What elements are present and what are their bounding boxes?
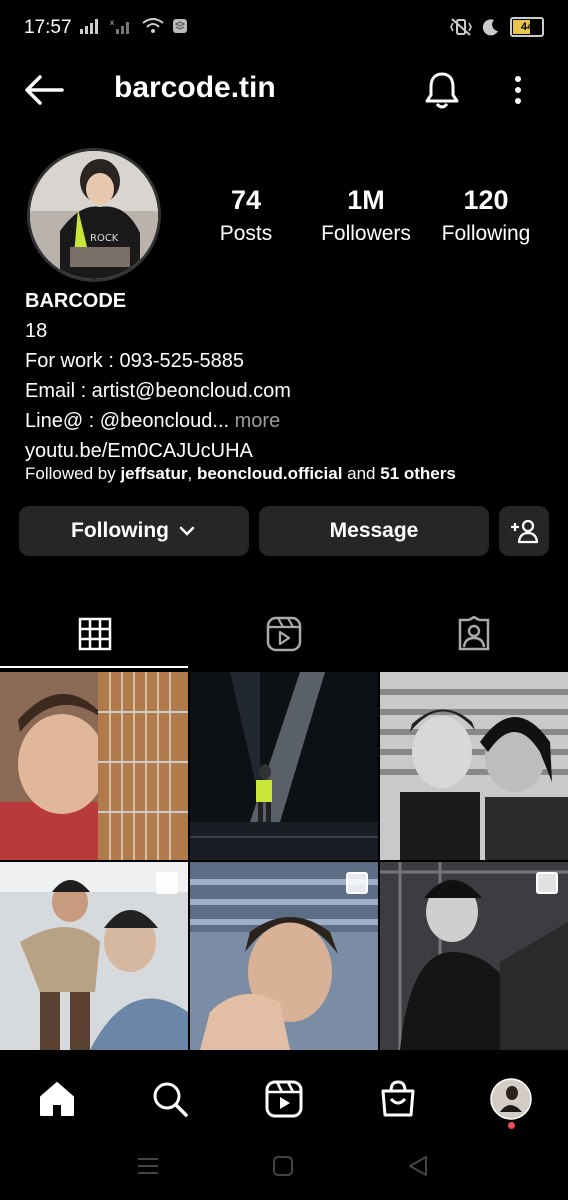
notifications-button[interactable] xyxy=(420,68,464,112)
bell-icon xyxy=(425,72,459,109)
followed-by-others: 51 others xyxy=(380,464,456,483)
suggest-people-button[interactable] xyxy=(499,506,549,556)
tab-reels[interactable] xyxy=(189,600,378,668)
vibrate-icon xyxy=(450,18,472,36)
home-system-icon[interactable] xyxy=(272,1155,294,1177)
following-button[interactable]: Following xyxy=(19,506,249,556)
nav-reels[interactable] xyxy=(254,1074,314,1124)
profile-avatar xyxy=(490,1078,532,1120)
search-icon xyxy=(153,1082,188,1117)
home-icon xyxy=(40,1082,74,1116)
following-value: 120 xyxy=(463,185,509,215)
followed-by-separator: , xyxy=(187,464,197,483)
tab-posts-grid[interactable] xyxy=(0,600,189,668)
bio-line: Line@ : @beoncloud... xyxy=(25,410,230,432)
more-options-button[interactable] xyxy=(500,68,536,112)
nav-home[interactable] xyxy=(27,1074,87,1124)
tagged-icon xyxy=(458,616,489,651)
profile-avatar[interactable]: ROCK xyxy=(27,148,161,282)
notification-dot xyxy=(508,1122,515,1129)
back-arrow-icon xyxy=(25,75,64,105)
followed-by-user1: jeffsatur xyxy=(120,464,188,483)
following-count[interactable]: 120 Following xyxy=(436,185,536,246)
message-button[interactable]: Message xyxy=(259,506,489,556)
bio-email: Email : artist@beoncloud.com xyxy=(25,380,291,402)
signal-no-sim-icon: x xyxy=(110,18,129,34)
status-time: 17:57 xyxy=(24,17,72,38)
svg-text:x: x xyxy=(110,18,114,27)
status-left-icons: x xyxy=(80,18,188,34)
menu-icon[interactable] xyxy=(136,1156,160,1176)
following-label: Following xyxy=(441,222,531,245)
back-button[interactable] xyxy=(22,70,66,110)
post-thumbnail[interactable] xyxy=(190,672,378,860)
nav-shop[interactable] xyxy=(368,1074,428,1124)
moon-icon xyxy=(482,19,498,36)
signal-icon xyxy=(80,19,98,34)
bio-work: For work : 093-525-5885 xyxy=(25,350,245,372)
bio-age: 18 xyxy=(25,320,48,342)
following-button-label: Following xyxy=(71,519,169,542)
post-thumbnail[interactable] xyxy=(380,672,568,860)
posts-value: 74 xyxy=(230,185,262,215)
back-system-icon[interactable] xyxy=(406,1154,430,1178)
followers-label: Followers xyxy=(321,222,411,245)
multiple-photos-icon xyxy=(536,872,558,894)
post-thumbnail[interactable] xyxy=(0,672,188,860)
app-notification-icon xyxy=(173,19,187,33)
status-bar: 17:57 x 44 xyxy=(0,0,568,56)
post-thumbnail[interactable] xyxy=(0,862,188,1050)
nav-profile[interactable] xyxy=(481,1074,541,1124)
profile-header: barcode.tin xyxy=(0,56,568,124)
multiple-photos-icon xyxy=(156,872,178,894)
wifi-icon xyxy=(142,18,164,33)
system-navigation-bar xyxy=(0,1140,568,1200)
avatar-photo: ROCK xyxy=(30,151,158,279)
battery-icon: 44 xyxy=(510,17,544,37)
add-person-icon xyxy=(511,519,539,544)
reels-icon xyxy=(266,616,301,652)
profile-bio: BARCODE 18 For work : 093-525-5885 Email… xyxy=(25,286,555,466)
status-right-icons: 44 xyxy=(450,17,544,37)
more-vertical-icon xyxy=(515,76,521,104)
followers-value: 1M xyxy=(347,185,385,215)
battery-level: 44 xyxy=(520,21,534,33)
profile-username: barcode.tin xyxy=(114,71,276,104)
posts-label: Posts xyxy=(219,222,273,245)
bio-line-row: Line@ : @beoncloud... more xyxy=(25,406,555,436)
post-thumbnail[interactable] xyxy=(190,862,378,1050)
profile-tabs xyxy=(0,600,568,670)
nav-search[interactable] xyxy=(140,1074,200,1124)
display-name: BARCODE xyxy=(25,290,127,312)
bio-more-link[interactable]: more xyxy=(235,410,281,432)
tab-tagged[interactable] xyxy=(379,600,568,668)
grid-icon xyxy=(78,617,111,651)
followed-by-user2: beoncloud.official xyxy=(196,464,343,483)
bottom-navigation xyxy=(0,1060,568,1140)
followers-count[interactable]: 1M Followers xyxy=(312,185,420,246)
chevron-down-icon xyxy=(179,526,195,536)
posts-count[interactable]: 74 Posts xyxy=(206,185,286,246)
shop-icon xyxy=(381,1080,415,1117)
svg-text:ROCK: ROCK xyxy=(90,233,119,244)
active-tab-indicator xyxy=(0,666,188,668)
bio-link[interactable]: youtu.be/Em0CAJUcUHA xyxy=(25,436,555,466)
followed-by-and: and xyxy=(342,464,381,483)
followed-by-prefix: Followed by xyxy=(25,464,121,483)
multiple-photos-icon xyxy=(346,872,368,894)
followed-by[interactable]: Followed by jeffsatur, beoncloud.officia… xyxy=(25,464,456,484)
message-button-label: Message xyxy=(329,519,419,542)
reels-icon xyxy=(265,1080,303,1118)
post-thumbnail[interactable] xyxy=(380,862,568,1050)
